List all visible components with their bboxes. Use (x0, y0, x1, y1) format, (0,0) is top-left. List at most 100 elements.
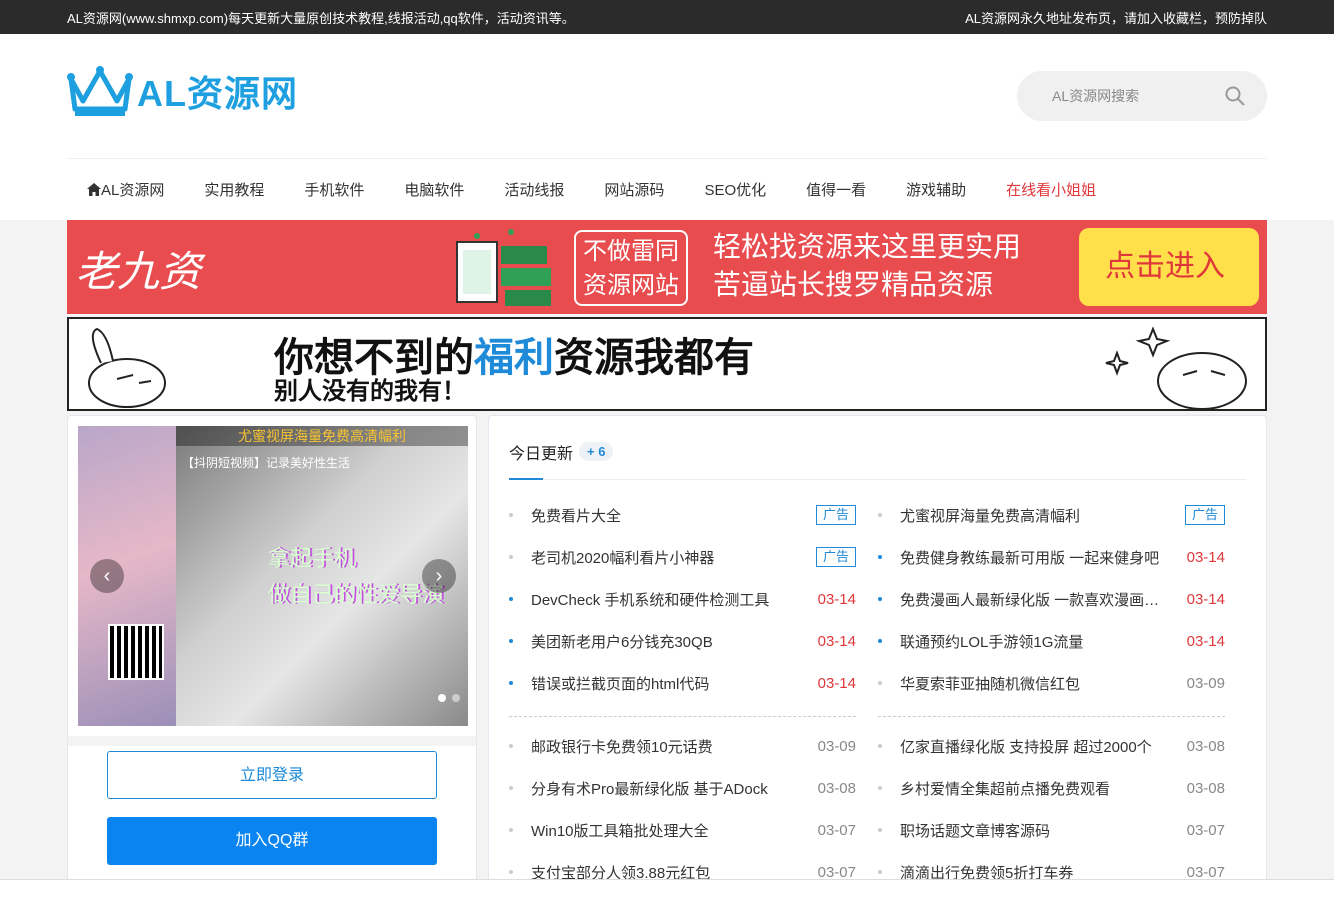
list-item-title[interactable]: 错误或拦截页面的html代码 (531, 673, 800, 694)
list-item-title[interactable]: DevCheck 手机系统和硬件检测工具 (531, 589, 800, 610)
site-header: AL资源网 AL资源网 实用教程 手机软件 电脑软件 活动线报 网站源码 SEO… (0, 34, 1334, 220)
banner-enter-label: 点击进入 (1105, 250, 1225, 283)
image-slider[interactable]: 尤蜜视屏海量免费高清幅利 【抖阴短视频】记录美好性生活 拿起手机 做自己的性爱导… (78, 426, 468, 726)
list-item[interactable]: 免费看片大全 广告 (509, 494, 856, 536)
divider (68, 736, 476, 746)
list-item[interactable]: 邮政银行卡免费领10元话费 03-09 (509, 725, 856, 767)
search-input[interactable] (1052, 88, 1222, 104)
list-item[interactable]: 华夏索菲亚抽随机微信红包 03-09 (878, 662, 1225, 704)
ad-banner-welfare[interactable]: 你想不到的福利资源我都有 别人没有的我有！ (67, 317, 1267, 411)
logo-text: AL资源网 (137, 73, 298, 114)
bullet (509, 870, 513, 874)
bullet (509, 513, 513, 517)
nav-item-pc-software[interactable]: 电脑软件 (404, 179, 464, 200)
bullet (878, 513, 882, 517)
list-item-date: 03-08 (817, 779, 856, 797)
update-list-right: 尤蜜视屏海量免费高清幅利 广告 免费健身教练最新可用版 一起来健身吧 03-14 免… (878, 494, 1225, 893)
login-button[interactable]: 立即登录 (107, 751, 437, 799)
ad-banner-laojiu[interactable]: 老九资 不做雷同 资源网站 轻松找资源来这里更实用 苦逼站长搜罗精品资源 点击进… (67, 220, 1267, 314)
nav-item-label: AL资源网 (101, 181, 165, 199)
slider-dot[interactable] (438, 694, 446, 702)
nav-item-online[interactable]: 在线看小姐姐 (1006, 179, 1096, 200)
list-item[interactable]: 职场话题文章博客源码 03-07 (878, 809, 1225, 851)
qr-code-image (108, 624, 164, 680)
bullet (509, 597, 513, 601)
bullet (509, 639, 513, 643)
list-item-title[interactable]: 乡村爱情全集超前点播免费观看 (900, 778, 1169, 799)
welfare-headline-b: 资源我都有 (554, 336, 754, 380)
nav-item-source-code[interactable]: 网站源码 (604, 179, 664, 200)
bullet (878, 744, 882, 748)
bullet (509, 744, 513, 748)
welfare-headline-highlight: 福利 (474, 336, 554, 380)
nav-item-home[interactable]: AL资源网 (87, 179, 164, 200)
list-item-title[interactable]: 亿家直播绿化版 支持投屏 超过2000个 (900, 736, 1169, 757)
list-item-title[interactable]: 尤蜜视屏海量免费高清幅利 (900, 505, 1179, 526)
list-item-title[interactable]: 免费健身教练最新可用版 一起来健身吧 (900, 547, 1169, 568)
nav-item-tutorials[interactable]: 实用教程 (204, 179, 264, 200)
bullet (878, 828, 882, 832)
list-item-title[interactable]: Win10版工具箱批处理大全 (531, 820, 800, 841)
list-item-title[interactable]: 联通预约LOL手游领1G流量 (900, 631, 1169, 652)
list-item[interactable]: 免费漫画人最新绿化版 一款喜欢漫画的必备 03-14 (878, 578, 1225, 620)
topbar-notice-link[interactable]: AL资源网永久地址发布页，请加入收藏栏，预防掉队 (965, 8, 1267, 27)
banner-box-line1: 不做雷同 (583, 238, 679, 265)
viewport-bottom-edge (0, 879, 1334, 897)
main-nav: AL资源网 实用教程 手机软件 电脑软件 活动线报 网站源码 SEO优化 值得一… (67, 159, 1267, 219)
bullet (878, 597, 882, 601)
bunny-right-icon (1105, 326, 1247, 409)
list-item-date: 03-14 (817, 632, 856, 650)
slider-caption[interactable]: 尤蜜视屏海量免费高清幅利 (176, 426, 468, 446)
nav-item-activities[interactable]: 活动线报 (504, 179, 564, 200)
list-item[interactable]: 免费健身教练最新可用版 一起来健身吧 03-14 (878, 536, 1225, 578)
list-divider (878, 716, 1225, 717)
slider-next-button[interactable]: › (422, 559, 456, 593)
list-item-date: 03-07 (817, 863, 856, 881)
list-item[interactable]: 乡村爱情全集超前点播免费观看 03-08 (878, 767, 1225, 809)
list-item-date: 03-14 (1186, 632, 1225, 650)
list-item-title[interactable]: 免费漫画人最新绿化版 一款喜欢漫画的必备 (900, 589, 1169, 610)
nav-item-mobile-software[interactable]: 手机软件 (304, 179, 364, 200)
main-content: 尤蜜视屏海量免费高清幅利 【抖阴短视频】记录美好性生活 拿起手机 做自己的性爱导… (67, 415, 1267, 895)
slider-overlay-line2: 做自己的性爱导演 (268, 582, 445, 607)
ad-badge: 广告 (1184, 505, 1225, 525)
list-item-date: 03-09 (1186, 674, 1225, 692)
bullet (878, 786, 882, 790)
slider-overlay-text: 拿起手机 做自己的性爱导演 (268, 541, 444, 613)
today-updates-title[interactable]: 今日更新 (509, 432, 573, 464)
search-icon[interactable] (1225, 86, 1245, 106)
list-item[interactable]: 亿家直播绿化版 支持投屏 超过2000个 03-08 (878, 725, 1225, 767)
bullet (878, 681, 882, 685)
list-item-date: 03-07 (1186, 863, 1225, 881)
nav-item-seo[interactable]: SEO优化 (704, 179, 766, 200)
topbar-intro: AL资源网(www.shmxp.com)每天更新大量原创技术教程,线报活动,qq… (67, 10, 575, 26)
slider-subtitle: 【抖阴短视频】记录美好性生活 (182, 456, 351, 470)
list-item-title[interactable]: 老司机2020幅利看片小神器 (531, 547, 810, 568)
list-item[interactable]: Win10版工具箱批处理大全 03-07 (509, 809, 856, 851)
nav-item-worth-seeing[interactable]: 值得一看 (806, 179, 866, 200)
list-item-title[interactable]: 职场话题文章博客源码 (900, 820, 1169, 841)
list-item-title[interactable]: 邮政银行卡免费领10元话费 (531, 736, 800, 757)
bullet (509, 681, 513, 685)
site-logo[interactable]: AL资源网 (67, 65, 298, 117)
slider-prev-button[interactable]: ‹ (90, 559, 124, 593)
list-item[interactable]: DevCheck 手机系统和硬件检测工具 03-14 (509, 578, 856, 620)
list-item[interactable]: 尤蜜视屏海量免费高清幅利 广告 (878, 494, 1225, 536)
list-item[interactable]: 联通预约LOL手游领1G流量 03-14 (878, 620, 1225, 662)
join-qq-group-button[interactable]: 加入QQ群 (107, 817, 437, 865)
search-box[interactable] (1017, 71, 1267, 121)
list-item[interactable]: 老司机2020幅利看片小神器 广告 (509, 536, 856, 578)
list-item[interactable]: 美团新老用户6分钱充30QB 03-14 (509, 620, 856, 662)
banner-box-line2: 资源网站 (583, 272, 679, 299)
banner-enter-button[interactable]: 点击进入 (1079, 228, 1259, 306)
list-item[interactable]: 分身有术Pro最新绿化版 基于ADock 03-08 (509, 767, 856, 809)
bullet (509, 786, 513, 790)
list-item-title[interactable]: 免费看片大全 (531, 505, 810, 526)
list-item[interactable]: 错误或拦截页面的html代码 03-14 (509, 662, 856, 704)
slider-dot[interactable] (452, 694, 460, 702)
bullet (878, 639, 882, 643)
list-item-title[interactable]: 华夏索菲亚抽随机微信红包 (900, 673, 1169, 694)
nav-item-game-assist[interactable]: 游戏辅助 (906, 179, 966, 200)
list-item-title[interactable]: 美团新老用户6分钱充30QB (531, 631, 800, 652)
list-item-title[interactable]: 分身有术Pro最新绿化版 基于ADock (531, 778, 800, 799)
